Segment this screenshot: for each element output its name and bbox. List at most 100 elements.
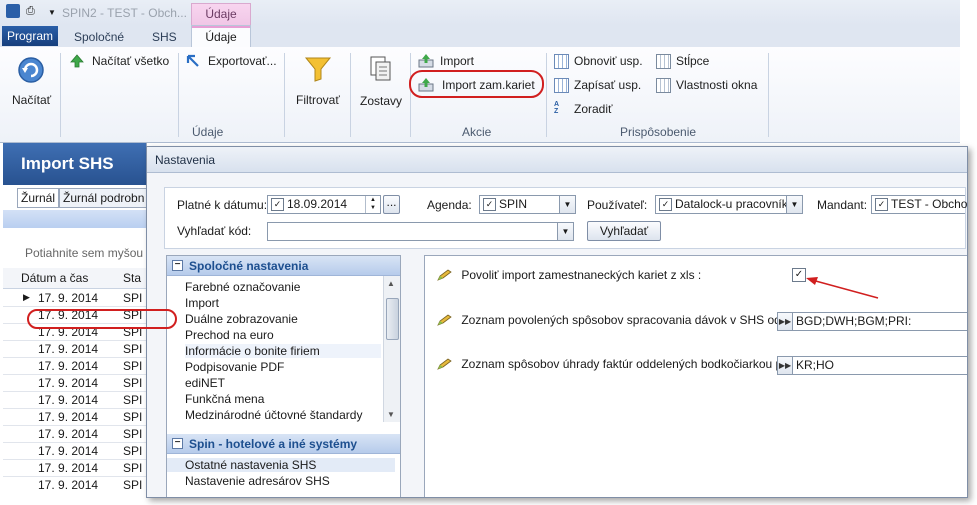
pouzivatel-combo[interactable]: ✓ Datalock-u pracovník ▼ (655, 195, 803, 214)
date-picker-button[interactable]: ... (383, 195, 400, 214)
scroll-thumb[interactable] (386, 298, 399, 340)
import-icon (418, 54, 434, 68)
context-tab-label: Údaje (191, 3, 251, 26)
collapse-icon[interactable]: − (172, 260, 183, 271)
sposoby-uhrady-field[interactable]: ▶▶ KR;HO (777, 356, 967, 375)
panel-title: Import SHS (3, 143, 146, 185)
obnovit-usp-button[interactable]: Obnoviť usp. (552, 53, 648, 71)
table-row[interactable]: 17. 9. 2014 SPI (3, 442, 146, 460)
tree-item[interactable]: Informácie o bonite firiem (185, 344, 381, 358)
platne-k-datumu-label: Platné k dátumu: (177, 198, 268, 212)
table-row[interactable]: 17. 9. 2014 SPI (3, 340, 146, 358)
field-value: KR;HO (796, 358, 835, 372)
tab-shs[interactable]: SHS (152, 28, 177, 47)
app-icon[interactable] (6, 4, 20, 18)
cell-stav: SPI (123, 410, 143, 424)
filtrovat-label: Filtrovať (296, 93, 340, 107)
pouzivatel-checkbox[interactable]: ✓ (659, 198, 672, 211)
table-row[interactable]: 17. 9. 2014 SPI (3, 357, 146, 375)
printer-icon[interactable]: ⎙ (26, 5, 35, 18)
date-field[interactable]: ✓ 18.09.2014 ▲ ▼ (267, 195, 381, 214)
highlight-circle-import (409, 70, 544, 98)
tree-item[interactable]: Medzinárodné účtovné štandardy (185, 408, 362, 422)
zoradit-button[interactable]: AZ Zoradiť (552, 101, 632, 119)
cell-datum: 17. 9. 2014 (38, 359, 99, 373)
vlastnosti-okna-button[interactable]: Vlastnosti okna (654, 77, 764, 95)
table-row[interactable]: ▶ 17. 9. 2014 SPI (3, 289, 146, 307)
filtrovat-button[interactable]: Filtrovať (290, 51, 346, 111)
tree-item[interactable]: ediNET (185, 376, 225, 390)
tree-item[interactable]: Farebné označovanie (185, 280, 300, 294)
table-row[interactable]: 17. 9. 2014 SPI (3, 425, 146, 443)
group-label-akcie: Akcie (462, 125, 492, 139)
setting-label: Povoliť import zamestnaneckých kariet z … (461, 268, 702, 282)
date-checkbox[interactable]: ✓ (271, 198, 284, 211)
zostavy-button[interactable]: Zostavy (354, 51, 406, 111)
expand-icon[interactable]: ▶▶ (778, 357, 793, 374)
setting-label: Zoznam povolených spôsobov spracovania d… (461, 313, 797, 327)
table-row[interactable]: 17. 9. 2014 SPI (3, 391, 146, 409)
stlpce-button[interactable]: Stĺpce (654, 53, 724, 71)
table-row[interactable]: 17. 9. 2014 SPI (3, 408, 146, 426)
tree-item[interactable]: Funkčná mena (185, 392, 264, 406)
tree-item[interactable]: Podpisovanie PDF (185, 360, 284, 374)
cell-stav: SPI (123, 478, 143, 492)
chevron-down-icon[interactable]: ▼ (48, 8, 56, 17)
pencil-icon (437, 314, 452, 326)
tree-scrollbar[interactable]: ▲ ▼ (383, 276, 400, 422)
table-row[interactable]: 17. 9. 2014 SPI (3, 374, 146, 392)
tree-item[interactable]: Prechod na euro (185, 328, 274, 342)
mandant-combo[interactable]: ✓ TEST - Obcho (871, 195, 967, 214)
nacitat-button[interactable]: Načítať (4, 51, 56, 111)
spin-arrows-icon[interactable]: ▲ ▼ (365, 196, 380, 213)
tree-group-spolocne[interactable]: − Spoločné nastavenia (167, 256, 400, 276)
tab-udaje[interactable]: Údaje (191, 25, 251, 48)
title-bar: ⎙ ▼ SPIN2 - TEST - Obch... Údaje (0, 0, 960, 26)
zapisat-usp-button[interactable]: Zapísať usp. (552, 77, 648, 95)
tree-item-ostatne-nastavenia-shs[interactable]: Ostatné nastavenia SHS (167, 458, 395, 472)
expand-icon[interactable]: ▶▶ (778, 313, 793, 330)
col-header-datum[interactable]: Dátum a čas (21, 271, 88, 285)
collapse-icon[interactable]: − (172, 438, 183, 449)
cell-stav: SPI (123, 342, 143, 356)
tab-spolocne[interactable]: Spoločné (74, 28, 124, 47)
tree-item[interactable]: Duálne zobrazovanie (185, 312, 298, 326)
agenda-value: SPIN (499, 197, 528, 211)
exportovat-button[interactable]: Exportovať... (186, 53, 278, 71)
table-row[interactable]: 17. 9. 2014 SPI (3, 459, 146, 477)
sposoby-spracovania-field[interactable]: ▶▶ BGD;DWH;BGM;PRI: (777, 312, 967, 331)
cell-datum: 17. 9. 2014 (38, 393, 99, 407)
date-value: 18.09.2014 (287, 197, 348, 211)
vyhladat-kod-combo[interactable]: ▼ (267, 222, 574, 241)
import-button[interactable]: Import (416, 53, 496, 71)
vyhladat-button[interactable]: Vyhľadať (587, 221, 661, 241)
chevron-down-icon[interactable]: ▼ (786, 196, 802, 213)
tab-zurnal-podrobne[interactable]: Žurnál podrobn (59, 188, 146, 208)
chevron-down-icon[interactable]: ▼ (559, 196, 575, 213)
ribbon-separator (410, 53, 411, 137)
nacitat-vsetko-button[interactable]: Načítať všetko (68, 53, 178, 71)
ribbon-separator (178, 53, 179, 137)
pencil-icon (437, 269, 452, 281)
tab-zurnal[interactable]: Žurnál (17, 188, 59, 208)
sort-icon: AZ (554, 101, 560, 115)
tree-group-spin-hotelove[interactable]: − Spin - hotelové a iné systémy (167, 434, 400, 454)
chevron-down-icon[interactable]: ▼ (557, 223, 573, 240)
tree-item[interactable]: Import (185, 296, 219, 310)
exportovat-label: Exportovať... (208, 54, 277, 68)
agenda-checkbox[interactable]: ✓ (483, 198, 496, 211)
pouzivatel-label: Používateľ: (587, 198, 648, 212)
table-row[interactable]: 17. 9. 2014 SPI (3, 476, 146, 493)
red-arrow-annotation (806, 277, 879, 299)
col-header-stav[interactable]: Sta (123, 271, 141, 285)
report-icon (370, 56, 391, 81)
mandant-checkbox[interactable]: ✓ (875, 198, 888, 211)
scroll-down-icon[interactable]: ▼ (387, 410, 395, 419)
agenda-combo[interactable]: ✓ SPIN ▼ (479, 195, 576, 214)
group-by-hint[interactable]: Potiahnite sem myšou (25, 246, 143, 260)
dialog-title: Nastavenia (147, 147, 967, 173)
program-button[interactable]: Program (2, 26, 58, 46)
scroll-up-icon[interactable]: ▲ (387, 279, 395, 288)
cell-stav: SPI (123, 393, 143, 407)
tree-item[interactable]: Nastavenie adresárov SHS (185, 474, 330, 488)
